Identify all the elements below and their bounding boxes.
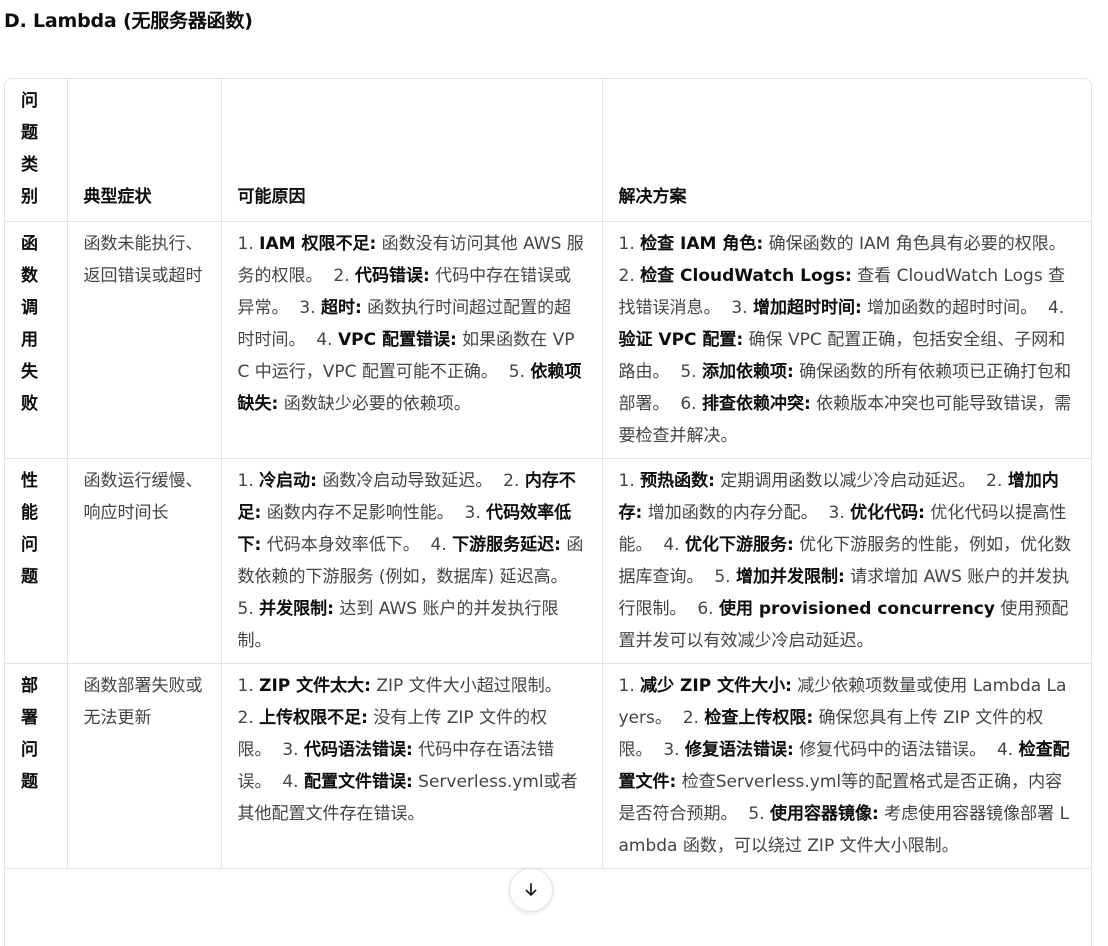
row-causes: 1. 冷启动: 函数冷启动导致延迟。 2. 内存不足: 函数内存不足影响性能。 … bbox=[221, 458, 603, 664]
item-title: 下游服务延迟: bbox=[452, 535, 561, 555]
row-solutions: 1. 预热函数: 定期调用函数以减少冷启动延迟。 2. 增加内存: 增加函数的内… bbox=[602, 458, 1091, 664]
item-number: 4. bbox=[282, 772, 299, 792]
row-symptom: 函数运行缓慢、响应时间长 bbox=[67, 458, 222, 664]
item-title: 检查 IAM 角色: bbox=[640, 234, 764, 254]
item-text: 函数内存不足影响性能。 bbox=[266, 503, 454, 523]
item-title: 使用 provisioned concurrency bbox=[718, 599, 995, 619]
troubleshooting-table-container: 问题类别 典型症状 可能原因 解决方案 函数调用失败 函数未能执行、返回错误或超时… bbox=[4, 78, 1092, 946]
item-number: 1. bbox=[237, 676, 254, 696]
item-number: 3. bbox=[663, 740, 680, 760]
item-title: 预热函数: bbox=[640, 471, 715, 491]
item-title: 使用容器镜像: bbox=[769, 804, 879, 824]
row-category: 部署问题 bbox=[5, 663, 68, 869]
item-number: 2. bbox=[503, 471, 520, 491]
row-symptom: 函数未能执行、返回错误或超时 bbox=[67, 221, 222, 459]
item-number: 4. bbox=[996, 740, 1014, 760]
item-text: 确保函数的 IAM 角色具有必要的权限。 bbox=[768, 234, 1066, 254]
item-number: 4. bbox=[1047, 298, 1065, 318]
header-symptom: 典型症状 bbox=[67, 79, 222, 222]
item-number: 3. bbox=[731, 298, 748, 318]
item-title: 减少 ZIP 文件大小: bbox=[640, 676, 792, 696]
item-text: 增加函数的超时时间。 bbox=[867, 298, 1038, 318]
item-title: 并发限制: bbox=[259, 599, 334, 619]
table-row: 性能问题 函数运行缓慢、响应时间长 1. 冷启动: 函数冷启动导致延迟。 2. 内存… bbox=[5, 458, 1091, 664]
item-title: 排查依赖冲突: bbox=[701, 394, 811, 414]
item-number: 2. bbox=[333, 266, 350, 286]
item-title: 代码语法错误: bbox=[303, 740, 413, 760]
item-number: 2. bbox=[986, 471, 1003, 491]
item-title: 添加依赖项: bbox=[701, 362, 794, 382]
header-cause: 可能原因 bbox=[221, 79, 603, 222]
item-text: 修复代码中的语法错误。 bbox=[799, 740, 987, 760]
item-text: 代码本身效率低下。 bbox=[266, 535, 420, 555]
item-title: 检查上传权限: bbox=[704, 708, 814, 728]
item-number: 5. bbox=[748, 804, 765, 824]
item-title: ZIP 文件太大: bbox=[259, 676, 371, 696]
item-number: 5. bbox=[508, 362, 525, 382]
item-number: 2. bbox=[618, 266, 635, 286]
table-header-row: 问题类别 典型症状 可能原因 解决方案 bbox=[5, 79, 1091, 222]
row-solutions: 1. 检查 IAM 角色: 确保函数的 IAM 角色具有必要的权限。 2. 检查… bbox=[602, 221, 1091, 459]
item-number: 1. bbox=[618, 234, 635, 254]
row-causes: 1. ZIP 文件太大: ZIP 文件大小超过限制。 2. 上传权限不足: 没有… bbox=[221, 663, 603, 869]
item-number: 3. bbox=[282, 740, 299, 760]
item-title: 配置文件错误: bbox=[303, 772, 413, 792]
item-number: 1. bbox=[237, 234, 254, 254]
section-heading: D. Lambda (无服务器函数) bbox=[4, 10, 253, 32]
item-number: 5. bbox=[680, 362, 697, 382]
item-text: 函数冷启动导致延迟。 bbox=[322, 471, 493, 491]
item-title: IAM 权限不足: bbox=[259, 234, 377, 254]
item-title: 代码错误: bbox=[354, 266, 430, 286]
item-number: 3. bbox=[299, 298, 316, 318]
scroll-down-button[interactable] bbox=[509, 868, 553, 912]
table-row: 部署问题 函数部署失败或无法更新 1. ZIP 文件太大: ZIP 文件大小超过限制… bbox=[5, 663, 1091, 869]
table-row: 函数调用失败 函数未能执行、返回错误或超时 1. IAM 权限不足: 函数没有访问其… bbox=[5, 221, 1091, 459]
row-symptom: 函数部署失败或无法更新 bbox=[67, 663, 222, 869]
item-text: 定期调用函数以减少冷启动延迟。 bbox=[720, 471, 976, 491]
item-title: 冷启动: bbox=[259, 471, 317, 491]
item-number: 2. bbox=[682, 708, 699, 728]
item-number: 2. bbox=[237, 708, 254, 728]
item-text: 函数缺少必要的依赖项。 bbox=[283, 394, 471, 414]
troubleshooting-table: 问题类别 典型症状 可能原因 解决方案 函数调用失败 函数未能执行、返回错误或超时… bbox=[5, 79, 1091, 869]
item-number: 5. bbox=[714, 567, 731, 587]
item-number: 4. bbox=[430, 535, 447, 555]
item-number: 6. bbox=[697, 599, 714, 619]
item-number: 3. bbox=[464, 503, 481, 523]
item-title: 验证 VPC 配置: bbox=[618, 330, 744, 350]
item-number: 1. bbox=[618, 471, 635, 491]
item-number: 4. bbox=[316, 330, 333, 350]
item-title: VPC 配置错误: bbox=[337, 330, 457, 350]
item-title: 优化下游服务: bbox=[684, 535, 794, 555]
arrow-down-icon bbox=[525, 883, 537, 896]
item-title: 检查 CloudWatch Logs: bbox=[640, 266, 852, 286]
item-title: 超时: bbox=[320, 298, 362, 318]
item-number: 5. bbox=[237, 599, 254, 619]
row-solutions: 1. 减少 ZIP 文件大小: 减少依赖项数量或使用 Lambda Layers… bbox=[602, 663, 1091, 869]
header-solution: 解决方案 bbox=[602, 79, 1091, 222]
header-category: 问题类别 bbox=[5, 79, 68, 222]
item-number: 1. bbox=[237, 471, 254, 491]
row-causes: 1. IAM 权限不足: 函数没有访问其他 AWS 服务的权限。 2. 代码错误… bbox=[221, 221, 603, 459]
item-title: 上传权限不足: bbox=[259, 708, 368, 728]
item-title: 修复语法错误: bbox=[684, 740, 794, 760]
item-title: 增加并发限制: bbox=[735, 567, 845, 587]
item-number: 1. bbox=[618, 676, 635, 696]
item-title: 优化代码: bbox=[850, 503, 925, 523]
item-text: 增加函数的内存分配。 bbox=[647, 503, 818, 523]
item-number: 4. bbox=[663, 535, 680, 555]
row-category: 性能问题 bbox=[5, 458, 68, 664]
item-title: 增加超时时间: bbox=[752, 298, 862, 318]
item-text: ZIP 文件大小超过限制。 bbox=[376, 676, 562, 696]
item-number: 3. bbox=[828, 503, 845, 523]
item-number: 6. bbox=[680, 394, 697, 414]
row-category: 函数调用失败 bbox=[5, 221, 68, 459]
